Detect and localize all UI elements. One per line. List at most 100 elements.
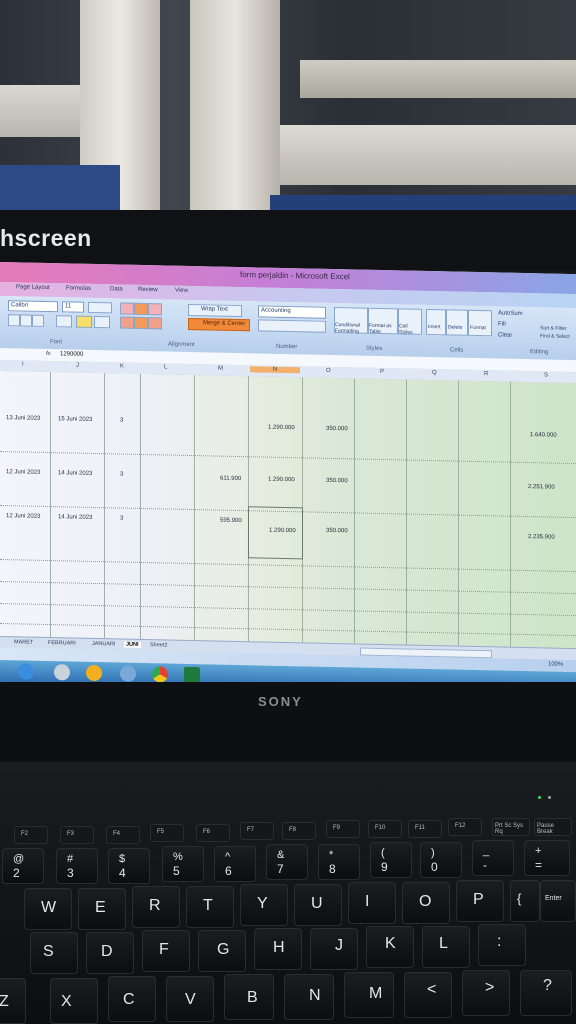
autosum-button[interactable]: AutoSum: [498, 310, 523, 317]
bold-button[interactable]: [8, 314, 20, 327]
cell-k-row3[interactable]: 3: [120, 516, 123, 522]
clear-button[interactable]: Clear: [498, 332, 512, 338]
key-h[interactable]: H: [254, 928, 302, 970]
fill-button[interactable]: Fill: [498, 321, 506, 327]
folder-app-icon[interactable]: [86, 664, 102, 682]
align-top-button[interactable]: [120, 302, 134, 315]
key-n[interactable]: N: [284, 974, 334, 1020]
column-header-p[interactable]: P: [380, 369, 384, 375]
key-z[interactable]: Z: [0, 978, 26, 1024]
column-header-r[interactable]: R: [484, 371, 488, 377]
cell-k-row2[interactable]: 3: [120, 472, 123, 478]
excel-taskbar-icon[interactable]: [184, 666, 200, 684]
zoom-level[interactable]: 100%: [548, 661, 563, 667]
key-g[interactable]: G: [198, 930, 246, 972]
key-8[interactable]: * 8: [318, 844, 360, 880]
cell-s-row2[interactable]: 2.251.900: [528, 484, 555, 491]
borders-button[interactable]: [56, 315, 72, 328]
cell-o-row2[interactable]: 350.000: [326, 478, 348, 484]
key-m[interactable]: M: [344, 972, 394, 1018]
column-header-j[interactable]: J: [76, 363, 79, 369]
column-header-l[interactable]: L: [164, 364, 167, 370]
wrap-text-button[interactable]: Wrap Text: [188, 303, 242, 318]
sheet-tab-maret[interactable]: MARET: [14, 639, 33, 645]
column-header-k[interactable]: K: [120, 364, 124, 370]
key-equals[interactable]: + =: [524, 840, 570, 876]
key-c[interactable]: C: [108, 976, 156, 1022]
key-period[interactable]: >: [462, 970, 510, 1016]
key-f9[interactable]: F9: [326, 820, 360, 838]
cell-i-row2[interactable]: 12 Juni 2023: [6, 469, 40, 476]
tab-view[interactable]: View: [175, 288, 188, 294]
key-i[interactable]: I: [348, 882, 396, 924]
cell-styles-button[interactable]: Cell Styles: [398, 308, 422, 336]
column-header-i[interactable]: I: [22, 361, 24, 367]
key-f11[interactable]: F11: [408, 820, 442, 838]
font-name-select[interactable]: Calibri: [8, 300, 58, 313]
key-f10[interactable]: F10: [368, 820, 402, 838]
key-x[interactable]: X: [50, 978, 98, 1024]
chrome-icon[interactable]: [152, 666, 168, 683]
align-left-button[interactable]: [120, 316, 134, 329]
key-f12[interactable]: F12: [448, 818, 482, 836]
key-b[interactable]: B: [224, 974, 274, 1020]
key-l[interactable]: L: [422, 926, 470, 968]
selected-cell[interactable]: 1.290.000: [248, 506, 303, 560]
cell-n-row1[interactable]: 1.290.000: [268, 425, 295, 432]
formula-input[interactable]: 1290000: [60, 351, 83, 357]
key-f5[interactable]: F5: [150, 824, 184, 842]
tab-page-layout[interactable]: Page Layout: [16, 284, 50, 291]
cell-o-row3[interactable]: 350.000: [326, 528, 348, 534]
fx-icon[interactable]: fx: [46, 351, 51, 357]
key-colon[interactable]: :: [478, 924, 526, 966]
format-cells-button[interactable]: Format: [468, 309, 492, 337]
number-format-select[interactable]: Accounting: [258, 305, 326, 319]
key-f[interactable]: F: [142, 930, 190, 972]
column-header-o[interactable]: O: [326, 368, 331, 374]
font-color-button[interactable]: [94, 315, 110, 329]
delete-cells-button[interactable]: Delete: [446, 309, 468, 336]
tab-data[interactable]: Data: [110, 286, 123, 292]
key-print-screen[interactable]: Prt Sc Sys Rq: [492, 818, 530, 836]
cell-k-row1[interactable]: 3: [120, 418, 123, 424]
align-center-button[interactable]: [134, 316, 148, 330]
key-slash[interactable]: ?: [520, 970, 572, 1016]
key-t[interactable]: T: [186, 886, 234, 928]
key-f4[interactable]: F4: [106, 826, 140, 844]
key-f2[interactable]: F2: [14, 826, 48, 844]
key-e[interactable]: E: [78, 888, 126, 930]
key-r[interactable]: R: [132, 886, 180, 928]
cell-m-row2[interactable]: 611.900: [220, 476, 241, 482]
cell-s-row1[interactable]: 1.640.000: [530, 432, 557, 439]
fill-color-button[interactable]: [76, 315, 92, 328]
sort-filter-button[interactable]: Sort & Filter: [540, 325, 566, 332]
app-icon[interactable]: [120, 665, 136, 682]
key-left-brace[interactable]: {: [510, 880, 540, 922]
column-header-n[interactable]: N: [250, 366, 300, 374]
cell-o-row1[interactable]: 350.000: [326, 426, 348, 432]
column-header-m[interactable]: M: [218, 366, 223, 372]
key-k[interactable]: K: [366, 926, 414, 968]
cell-i-row1[interactable]: 13 Juni 2023: [6, 415, 40, 422]
find-select-button[interactable]: Find & Select: [540, 333, 570, 340]
format-as-table-button[interactable]: Format as Table: [368, 307, 398, 335]
key-d[interactable]: D: [86, 932, 134, 974]
tab-formulas[interactable]: Formulas: [66, 285, 91, 292]
key-f7[interactable]: F7: [240, 822, 274, 840]
cell-n-row2[interactable]: 1.290.000: [268, 477, 295, 484]
key-4[interactable]: $ 4: [108, 848, 150, 884]
cell-i-row3[interactable]: 12 Juni 2023: [6, 513, 40, 520]
cell-j-row1[interactable]: 15 Juni 2023: [58, 416, 92, 423]
tab-review[interactable]: Review: [138, 287, 158, 293]
sheet-tab-februari[interactable]: FEBRUARI: [48, 640, 76, 647]
key-3[interactable]: # 3: [56, 848, 98, 884]
key-5[interactable]: % 5: [162, 846, 204, 882]
key-f3[interactable]: F3: [60, 826, 94, 844]
key-v[interactable]: V: [166, 976, 214, 1022]
key-7[interactable]: & 7: [266, 844, 308, 880]
key-u[interactable]: U: [294, 884, 342, 926]
grow-font-button[interactable]: [88, 301, 112, 314]
key-f6[interactable]: F6: [196, 824, 230, 842]
conditional-formatting-button[interactable]: Conditional Formatting: [334, 306, 368, 335]
insert-cells-button[interactable]: Insert: [426, 308, 446, 336]
